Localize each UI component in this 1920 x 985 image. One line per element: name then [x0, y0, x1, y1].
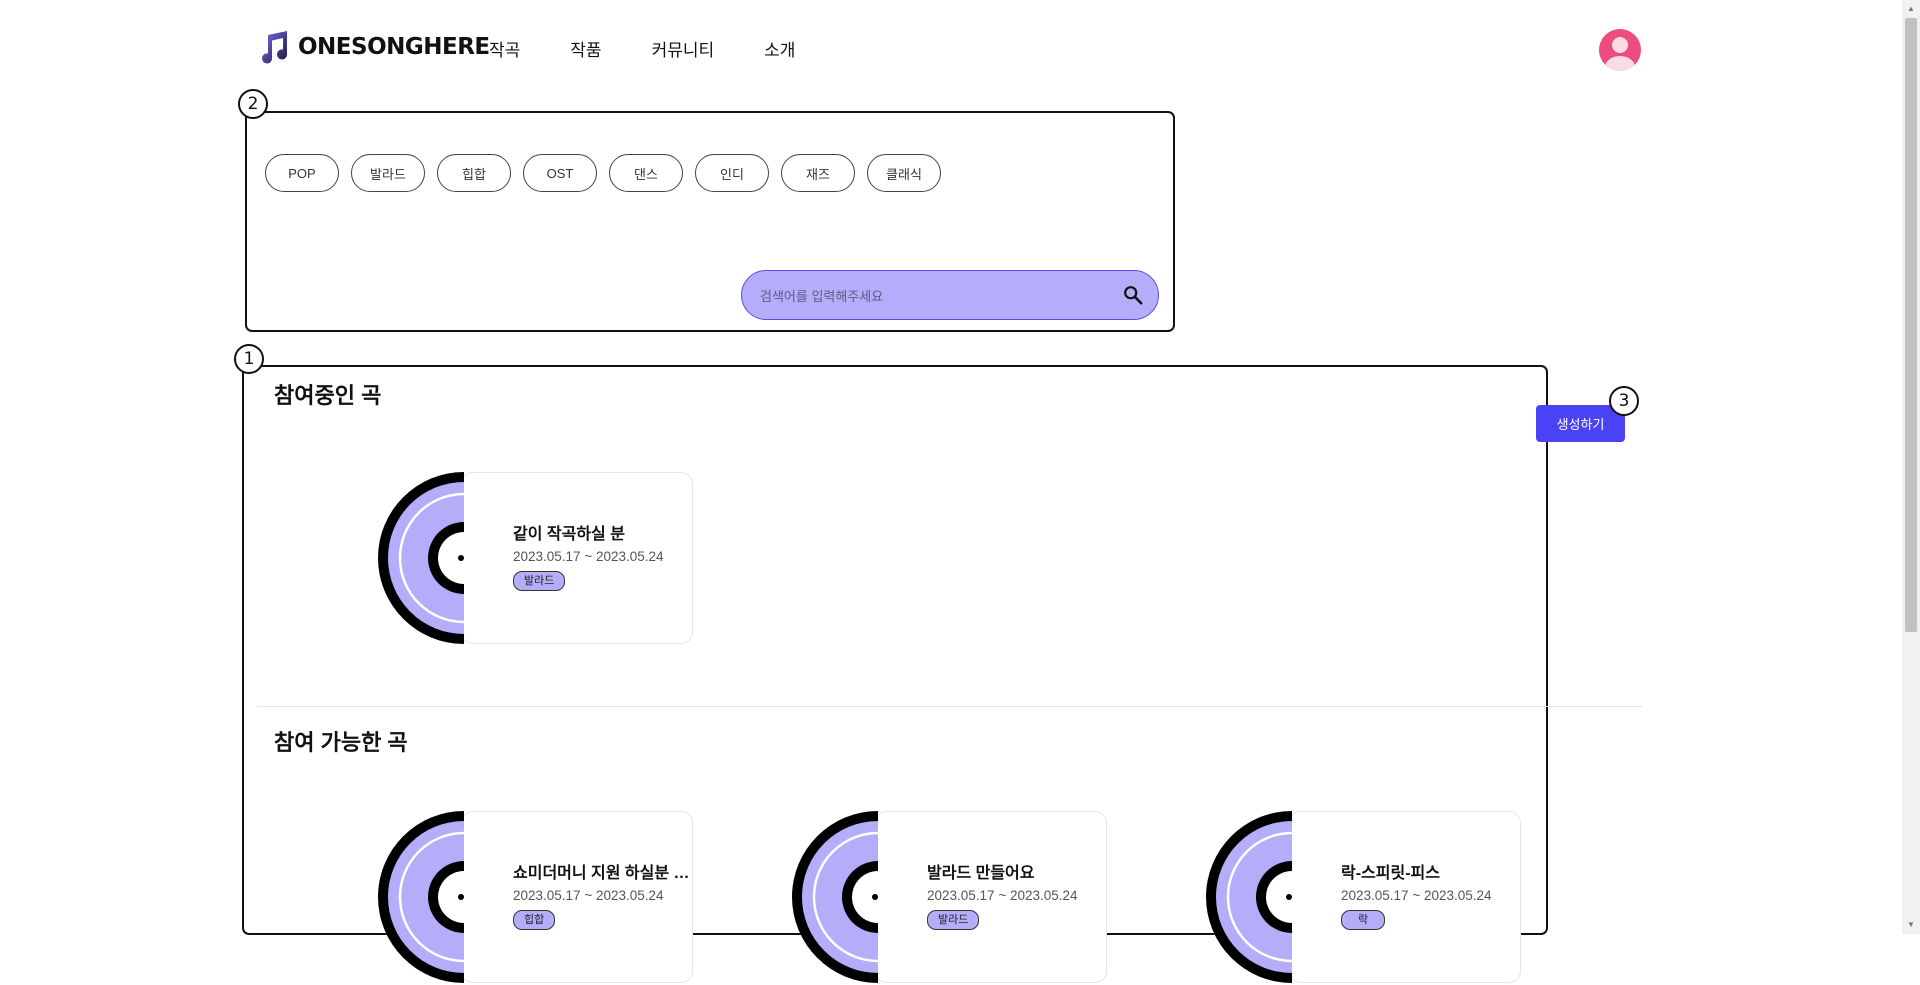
logo[interactable]: ONESONGHERE	[258, 30, 490, 64]
song-title: 발라드 만들어요	[927, 865, 1035, 882]
song-date: 2023.05.17 ~ 2023.05.24	[513, 549, 664, 564]
song-card[interactable]: 발라드 만들어요 2023.05.17 ~ 2023.05.24 발라드	[792, 811, 1140, 985]
scroll-down-arrow-icon[interactable]: ▼	[1902, 916, 1920, 934]
song-date: 2023.05.17 ~ 2023.05.24	[1341, 888, 1492, 903]
genre-chip-jazz[interactable]: 재즈	[781, 154, 855, 192]
search-input[interactable]	[758, 271, 1112, 321]
song-card[interactable]: 같이 작곡하실 분 2023.05.17 ~ 2023.05.24 발라드	[378, 472, 726, 646]
song-card[interactable]: 쇼미더머니 지원 하실분 구해요 2023.05.17 ~ 2023.05.24…	[378, 811, 726, 985]
song-card[interactable]: 락-스피릿-피스 2023.05.17 ~ 2023.05.24 락	[1206, 811, 1554, 985]
nav-item-compose[interactable]: 작곡	[489, 36, 520, 61]
user-head-shape	[1612, 37, 1628, 53]
song-date: 2023.05.17 ~ 2023.05.24	[927, 888, 1078, 903]
genre-tag: 락	[1341, 910, 1386, 930]
scroll-up-arrow-icon[interactable]: ▲	[1902, 0, 1920, 18]
song-title: 같이 작곡하실 분	[513, 526, 625, 543]
song-title: 쇼미더머니 지원 하실분 구해요	[513, 865, 693, 882]
nav-item-works[interactable]: 작품	[570, 36, 601, 61]
annotation-number-2: 2	[238, 89, 268, 119]
genre-chip-indie[interactable]: 인디	[695, 154, 769, 192]
search-bar	[741, 270, 1159, 321]
section-title-participating: 참여중인 곡	[274, 383, 382, 408]
genre-tag: 발라드	[513, 571, 566, 591]
vinyl-disc-icon	[378, 472, 464, 644]
song-date: 2023.05.17 ~ 2023.05.24	[513, 888, 664, 903]
genre-tag: 힙합	[513, 910, 556, 930]
genre-chip-pop[interactable]: POP	[265, 154, 339, 192]
music-note-icon	[262, 31, 288, 64]
genre-chip-dance[interactable]: 댄스	[609, 154, 683, 192]
annotation-number-1: 1	[234, 344, 264, 374]
genre-chips: POP 발라드 힙합 OST 댄스 인디 재즈 클래식	[265, 154, 953, 192]
section-title-available: 참여 가능한 곡	[274, 730, 408, 755]
genre-chip-ballad[interactable]: 발라드	[351, 154, 425, 192]
nav-item-about[interactable]: 소개	[764, 36, 795, 61]
avatar[interactable]	[1599, 29, 1641, 71]
main-nav: 작곡 작품 커뮤니티 소개	[489, 36, 845, 61]
user-body-shape	[1605, 56, 1635, 71]
genre-chip-ost[interactable]: OST	[523, 154, 597, 192]
genre-chip-hiphop[interactable]: 힙합	[437, 154, 511, 192]
song-title: 락-스피릿-피스	[1341, 865, 1440, 882]
annotation-number-3: 3	[1609, 386, 1639, 416]
search-icon[interactable]	[1122, 284, 1144, 306]
logo-text: ONESONGHERE	[298, 34, 490, 60]
genre-chip-classic[interactable]: 클래식	[867, 154, 941, 192]
vinyl-disc-icon	[792, 811, 878, 983]
scrollbar-thumb[interactable]	[1905, 18, 1917, 632]
genre-tag: 발라드	[927, 910, 980, 930]
page-scrollbar[interactable]: ▲ ▼	[1902, 0, 1920, 934]
section-divider	[258, 706, 1642, 707]
nav-item-community[interactable]: 커뮤니티	[652, 36, 715, 61]
vinyl-disc-icon	[1206, 811, 1292, 983]
vinyl-disc-icon	[378, 811, 464, 983]
